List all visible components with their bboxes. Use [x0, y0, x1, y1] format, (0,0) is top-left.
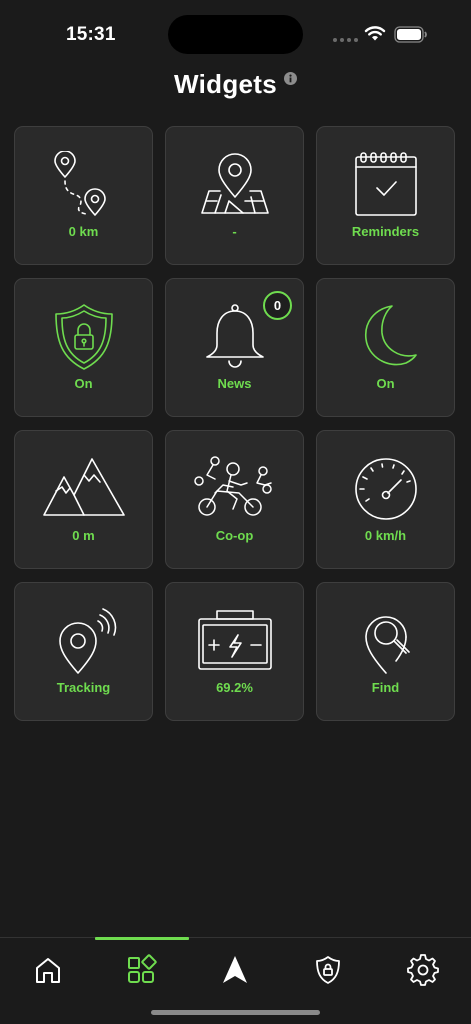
widget-label: Reminders [351, 224, 420, 239]
header: Widgets [0, 64, 471, 104]
widget-label: 0 km [68, 224, 99, 239]
widget-location[interactable]: - [165, 126, 304, 265]
widget-distance[interactable]: 0 km [14, 126, 153, 265]
widget-label: Co-op [215, 528, 254, 543]
widget-find[interactable]: Find [316, 582, 455, 721]
widget-speed[interactable]: 0 km/h [316, 430, 455, 569]
bell-icon [205, 304, 264, 368]
widget-label: On [376, 376, 395, 391]
location-signal-icon [58, 608, 116, 674]
tab-widgets[interactable] [121, 950, 161, 990]
pin-search-icon [364, 616, 410, 674]
navigation-arrow-icon [223, 956, 247, 983]
calendar-check-icon [354, 152, 417, 216]
news-count-badge: 0 [263, 291, 292, 320]
widget-grid: 0 km - Reminders On 0 News On 0 m Co-op … [14, 126, 457, 721]
map-pin-icon [200, 153, 269, 214]
page-title: Widgets [174, 68, 277, 99]
motorcycle-riders-icon [193, 456, 272, 516]
widgets-icon [128, 954, 157, 983]
status-time: 15:31 [66, 24, 116, 45]
mountains-icon [42, 458, 125, 516]
cellular-signal-icon [333, 38, 358, 42]
widget-battery[interactable]: 69.2% [165, 582, 304, 721]
moon-icon [364, 305, 417, 366]
widget-label: 69.2% [216, 680, 253, 695]
widget-label: On [74, 376, 93, 391]
widget-label: 0 m [72, 528, 95, 543]
dynamic-island [168, 15, 303, 54]
widget-security[interactable]: On [14, 278, 153, 417]
widget-label: - [232, 224, 237, 239]
gear-icon [407, 954, 439, 986]
widget-label: Find [371, 680, 400, 695]
wifi-icon [364, 26, 386, 41]
active-tab-indicator [95, 937, 189, 940]
shield-lock-icon [316, 956, 340, 984]
widget-news[interactable]: 0 News [165, 278, 304, 417]
widget-label: Tracking [56, 680, 111, 695]
widget-co-op[interactable]: Co-op [165, 430, 304, 569]
widget-label: 0 km/h [364, 528, 407, 543]
widget-reminders[interactable]: Reminders [316, 126, 455, 265]
battery-icon [394, 26, 427, 43]
status-bar: 15:31 [0, 0, 471, 62]
battery-charge-icon [197, 610, 272, 670]
route-icon [53, 151, 106, 216]
tab-security[interactable] [308, 950, 348, 990]
widget-label: News [217, 376, 252, 391]
home-indicator [151, 1010, 320, 1015]
tab-home[interactable] [28, 950, 68, 990]
tab-settings[interactable] [403, 950, 443, 990]
widget-altitude[interactable]: 0 m [14, 430, 153, 569]
info-icon[interactable] [283, 71, 297, 85]
home-icon [36, 958, 60, 983]
widget-tracking[interactable]: Tracking [14, 582, 153, 721]
tab-navigation[interactable] [215, 950, 255, 990]
widget-night-mode[interactable]: On [316, 278, 455, 417]
speedometer-icon [354, 458, 417, 520]
shield-lock-icon [54, 304, 113, 370]
